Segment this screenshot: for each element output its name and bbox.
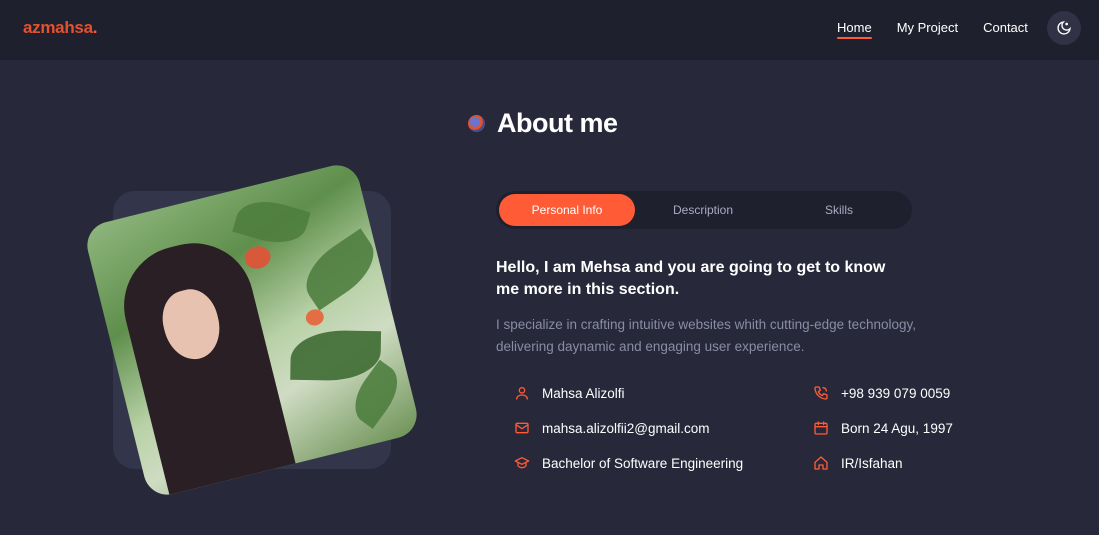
nav-link-contact[interactable]: Contact — [983, 20, 1028, 38]
info-phone: +98 939 079 0059 — [813, 385, 950, 401]
home-icon — [814, 456, 828, 470]
info-email: mahsa.alizolfii2@gmail.com — [514, 420, 710, 436]
logo-text: azmahsa — [23, 18, 93, 37]
info-name: Mahsa Alizolfi — [514, 385, 625, 401]
info-location-text: IR/Isfahan — [841, 455, 903, 471]
tab-description[interactable]: Description — [635, 194, 771, 226]
page-title: About me — [497, 108, 618, 138]
info-education-text: Bachelor of Software Engineering — [542, 455, 744, 471]
mail-icon — [515, 422, 529, 434]
section-title: About me — [468, 108, 618, 139]
info-name-text: Mahsa Alizolfi — [542, 385, 625, 401]
nav-link-home[interactable]: Home — [837, 20, 872, 39]
tab-personal-info[interactable]: Personal Info — [499, 194, 635, 226]
about-headline: Hello, I am Mehsa and you are going to g… — [496, 259, 886, 298]
info-birth: Born 24 Agu, 1997 — [813, 420, 953, 436]
info-birth-text: Born 24 Agu, 1997 — [841, 420, 953, 436]
logo-dot: . — [92, 18, 98, 37]
moon-icon — [1057, 21, 1071, 35]
calendar-icon — [814, 421, 828, 435]
site-logo[interactable]: azmahsa. — [23, 18, 97, 38]
info-phone-text: +98 939 079 0059 — [841, 385, 951, 401]
theme-toggle-button[interactable] — [1047, 11, 1081, 45]
about-description: I specialize in crafting intuitive websi… — [496, 317, 916, 354]
tab-skills[interactable]: Skills — [771, 194, 907, 226]
title-dot-icon — [468, 115, 485, 132]
phone-icon — [814, 386, 828, 400]
navbar: azmahsa. Home My Project Contact — [0, 0, 1099, 60]
nav-link-my-project[interactable]: My Project — [897, 20, 958, 38]
graduation-cap-icon — [514, 457, 530, 469]
info-location: IR/Isfahan — [813, 455, 903, 471]
user-icon — [516, 387, 528, 400]
info-education: Bachelor of Software Engineering — [514, 455, 743, 471]
about-tabs: Personal Info Description Skills — [496, 191, 912, 229]
info-email-text: mahsa.alizolfii2@gmail.com — [542, 420, 710, 436]
nav-links: Home My Project Contact — [837, 20, 1028, 39]
